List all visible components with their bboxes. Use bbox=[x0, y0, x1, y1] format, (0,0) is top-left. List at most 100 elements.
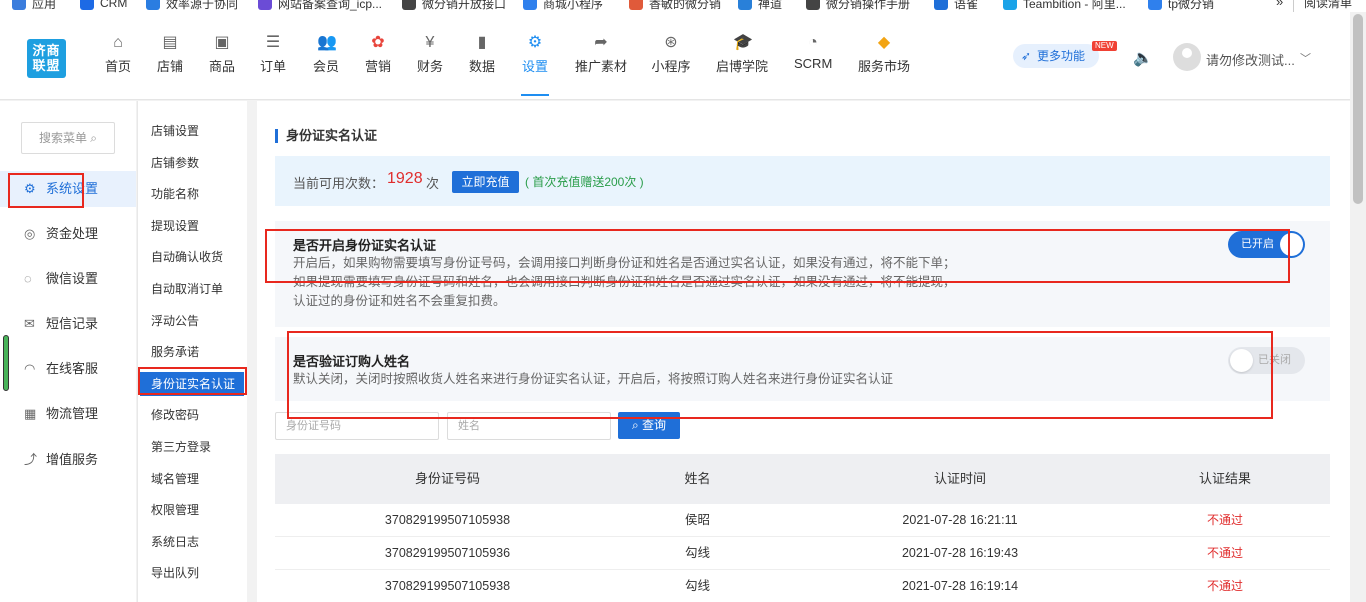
query-button[interactable]: ⌕ 查询 bbox=[618, 412, 680, 439]
nav-item-data[interactable]: ▮ 数据 bbox=[469, 34, 495, 94]
submenu-item[interactable]: 功能名称 bbox=[151, 186, 199, 202]
submenu-item[interactable]: 自动取消订单 bbox=[151, 281, 223, 297]
bookmark-item[interactable]: 网站备案查询_icp... bbox=[258, 0, 382, 12]
miniapp-icon: ⊛ bbox=[664, 34, 678, 51]
speaker-icon[interactable]: 🔈 bbox=[1133, 48, 1153, 68]
buyer-name-toggle[interactable]: 已关闭 bbox=[1228, 347, 1305, 374]
bookmark-label: 香敏的微分销 bbox=[649, 0, 722, 11]
home-icon: ⌂ bbox=[113, 34, 123, 51]
column-header-time[interactable]: 认证时间 bbox=[775, 454, 1145, 504]
page-title: 身份证实名认证 bbox=[275, 129, 377, 143]
sidebar-item[interactable]: ◠ 在线客服 bbox=[0, 351, 136, 387]
name-input[interactable] bbox=[447, 412, 611, 440]
submenu-item[interactable]: 店铺参数 bbox=[151, 155, 199, 171]
floating-side-tab[interactable] bbox=[3, 335, 9, 391]
bookmark-favicon-icon bbox=[80, 0, 94, 10]
bookmark-item[interactable]: 香敏的微分销 bbox=[629, 0, 721, 12]
bookmark-item[interactable]: Teambition - 阿里... bbox=[1003, 0, 1126, 12]
member-icon: 👥 bbox=[317, 34, 337, 51]
nav-item-settings[interactable]: ⚙ 设置 bbox=[521, 34, 549, 96]
submenu-item[interactable]: 身份证实名认证 bbox=[140, 371, 244, 396]
column-header-id[interactable]: 身份证号码 bbox=[275, 454, 620, 504]
bookmark-item[interactable]: 商城小程序 bbox=[523, 0, 603, 12]
submenu-item[interactable]: 提现设置 bbox=[151, 218, 199, 234]
nav-item-member[interactable]: 👥 会员 bbox=[313, 34, 339, 94]
sidebar-item[interactable]: ⚙ 系统设置 bbox=[0, 171, 136, 207]
top-navigation: 济商联盟 ⌂ 首页 ▤ 店铺 ▣ 商品 ☰ 订单 👥 会员 ✿ 营销 ¥ 财务 ▮ 数据 ⚙ 设置 ➦ 推广素材 ⊛ 小程… bbox=[0, 12, 1350, 100]
submenu-item[interactable]: 店铺设置 bbox=[151, 123, 199, 139]
nav-item-label: 小程序 bbox=[651, 59, 691, 74]
finance-icon: ¥ bbox=[425, 34, 435, 51]
nav-item-share[interactable]: ➦ 推广素材 bbox=[575, 34, 627, 94]
nav-item-home[interactable]: ⌂ 首页 bbox=[105, 34, 131, 94]
cell-time: 2021-07-28 16:19:43 bbox=[901, 546, 1019, 560]
user-name[interactable]: 请勿修改测试... bbox=[1206, 50, 1295, 69]
submenu-item[interactable]: 第三方登录 bbox=[151, 439, 211, 455]
quota-label: 当前可用次数： bbox=[293, 176, 385, 191]
nav-item-market[interactable]: ◆ 服务市场 bbox=[858, 34, 910, 94]
nav-item-scrm[interactable]: ◔ SCRM bbox=[794, 34, 832, 94]
bookmark-item[interactable]: 应用 bbox=[12, 0, 56, 12]
bookmark-item[interactable]: 微分销开放接口 bbox=[402, 0, 506, 12]
secondary-sidebar: 店铺设置店铺参数功能名称提现设置自动确认收货 自动取消订单 浮动公告服务承诺身份证实… bbox=[137, 101, 247, 602]
nav-item-academy[interactable]: 🎓 启博学院 bbox=[716, 34, 768, 94]
nav-item-miniapp[interactable]: ⊛ 小程序 bbox=[651, 34, 691, 94]
bookmarks-separator bbox=[1293, 0, 1294, 12]
column-header-name[interactable]: 姓名 bbox=[620, 454, 775, 504]
shop-icon: ▤ bbox=[162, 34, 178, 51]
bookmark-label: Teambition - 阿里... bbox=[1023, 0, 1126, 11]
page-scrollbar-thumb[interactable] bbox=[1353, 14, 1363, 204]
nav-item-finance[interactable]: ¥ 财务 bbox=[417, 34, 443, 94]
bookmark-item[interactable]: tp微分销 bbox=[1148, 0, 1214, 12]
brand-logo[interactable]: 济商联盟 bbox=[27, 39, 66, 78]
submenu-item[interactable]: 权限管理 bbox=[151, 502, 199, 518]
more-functions-button[interactable]: ➶ 更多功能 bbox=[1013, 44, 1099, 68]
rocket-icon: ➶ bbox=[1021, 49, 1032, 63]
logistics-icon: ▦ bbox=[24, 406, 37, 421]
bookmark-favicon-icon bbox=[12, 0, 26, 10]
sidebar-item[interactable]: ✉ 短信记录 bbox=[0, 306, 136, 342]
submenu-item[interactable]: 系统日志 bbox=[151, 534, 199, 550]
settings-icon: ⚙ bbox=[527, 34, 543, 51]
recharge-button[interactable]: 立即充值 bbox=[452, 171, 519, 193]
bookmarks-bar: 应用 CRM 效率源于协同 网站备案查询_icp... 微分销开放接口 商城小程序 香敏的微… bbox=[0, 0, 1366, 12]
bookmark-label: 效率源于协同 bbox=[166, 0, 239, 11]
column-header-result[interactable]: 认证结果 bbox=[1145, 454, 1305, 504]
headset-icon: ◠ bbox=[24, 361, 36, 376]
scrm-icon: ◔ bbox=[808, 34, 818, 51]
sidebar-item[interactable]: ⤴ 增值服务 bbox=[0, 442, 136, 478]
user-avatar[interactable] bbox=[1173, 43, 1201, 71]
sidebar-item[interactable]: ▦ 物流管理 bbox=[0, 396, 136, 432]
quota-value: 1928 bbox=[387, 170, 423, 187]
bookmark-item[interactable]: CRM bbox=[80, 0, 127, 10]
bookmarks-overflow-button[interactable]: » bbox=[1276, 0, 1283, 9]
bookmark-item[interactable]: 禅道 bbox=[738, 0, 782, 12]
bookmark-label: CRM bbox=[100, 0, 128, 10]
submenu-item[interactable]: 修改密码 bbox=[151, 407, 199, 423]
id-number-input[interactable] bbox=[275, 412, 439, 440]
realname-auth-toggle[interactable]: 已开启 bbox=[1228, 231, 1305, 258]
bookmark-item[interactable]: 语雀 bbox=[934, 0, 978, 12]
nav-item-label: 财务 bbox=[417, 59, 444, 74]
submenu-item[interactable]: 服务承诺 bbox=[151, 344, 199, 360]
nav-item-goods[interactable]: ▣ 商品 bbox=[209, 34, 235, 94]
chevron-down-icon[interactable]: ﹀ bbox=[1300, 50, 1311, 66]
submenu-item[interactable]: 自动确认收货 bbox=[151, 249, 223, 265]
order-icon: ☰ bbox=[265, 34, 281, 51]
nav-item-marketing[interactable]: ✿ 营销 bbox=[365, 34, 391, 94]
nav-item-label: 店铺 bbox=[157, 59, 184, 74]
reading-list-button[interactable]: 阅读清单 bbox=[1304, 0, 1352, 11]
search-menu-button[interactable]: 搜索菜单 ⌕ bbox=[21, 122, 115, 154]
sidebar-item-label: 短信记录 bbox=[46, 316, 99, 331]
bookmark-item[interactable]: 效率源于协同 bbox=[146, 0, 238, 12]
bookmark-item[interactable]: 微分销操作手册 bbox=[806, 0, 910, 12]
nav-item-shop[interactable]: ▤ 店铺 bbox=[157, 34, 183, 94]
sidebar-item[interactable]: ◎ 资金处理 bbox=[0, 216, 136, 252]
toggle-knob bbox=[1230, 349, 1253, 372]
sidebar-item[interactable]: ◌ 微信设置 bbox=[0, 261, 136, 297]
submenu-item[interactable]: 域名管理 bbox=[151, 471, 199, 487]
nav-item-order[interactable]: ☰ 订单 bbox=[260, 34, 286, 94]
submenu-item[interactable]: 导出队列 bbox=[151, 565, 199, 581]
setting-description: 开启后，如果购物需要填写身份证号码，会调用接口判断身份证和姓名是否通过实名认证，… bbox=[293, 254, 956, 311]
submenu-item[interactable]: 浮动公告 bbox=[151, 313, 199, 329]
